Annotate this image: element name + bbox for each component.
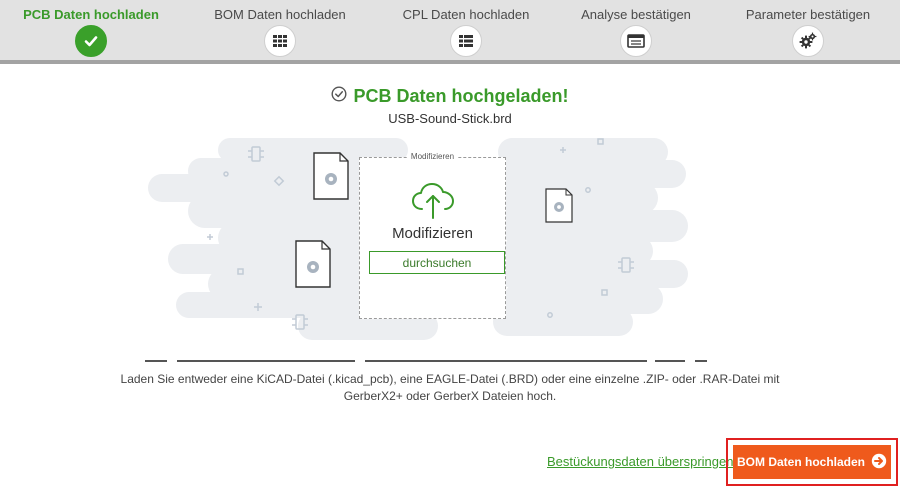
- dropzone-label: Modifizieren: [392, 225, 473, 242]
- gears-icon: [792, 25, 824, 57]
- upload-success-heading: PCB Daten hochgeladen!: [0, 84, 900, 108]
- progress-stepper: PCB Daten hochladen BOM Daten hochladen …: [0, 0, 900, 64]
- step-label: Analyse bestätigen: [581, 7, 691, 22]
- page-title: PCB Daten hochgeladen!: [353, 85, 569, 106]
- next-button-highlight: BOM Daten hochladen: [726, 438, 898, 486]
- step-analysis-confirm[interactable]: Analyse bestätigen: [556, 0, 716, 57]
- dash-separator: [145, 360, 710, 363]
- step-label: BOM Daten hochladen: [214, 7, 346, 22]
- document-list-icon: [620, 25, 652, 57]
- grid-icon: [264, 25, 296, 57]
- step-cpl-upload[interactable]: CPL Daten hochladen: [386, 0, 546, 57]
- step-bom-upload[interactable]: BOM Daten hochladen: [200, 0, 360, 57]
- check-circle-icon: [331, 85, 347, 107]
- document-gear-icon: [295, 240, 331, 288]
- instruction-line: GerberX2+ oder GerberX Dateien hoch.: [343, 389, 557, 403]
- browse-button[interactable]: durchsuchen: [369, 251, 505, 274]
- skip-assembly-data-link[interactable]: Bestückungsdaten überspringen: [547, 454, 733, 469]
- bom-upload-next-button[interactable]: BOM Daten hochladen: [733, 445, 891, 479]
- cloud-upload-icon: [410, 182, 456, 225]
- file-dropzone[interactable]: Modifizieren Modifizieren durchsuchen: [359, 152, 506, 319]
- dropzone-legend: Modifizieren: [407, 152, 458, 161]
- instruction-line: Laden Sie entweder eine KiCAD-Datei (.ki…: [120, 372, 780, 386]
- document-gear-icon: [313, 152, 349, 200]
- step-label: Parameter bestätigen: [745, 7, 871, 22]
- upload-instructions: Laden Sie entweder eine KiCAD-Datei (.ki…: [90, 371, 810, 405]
- step-label: CPL Daten hochladen: [402, 7, 530, 22]
- step-parameter-confirm[interactable]: Parameter bestätigen: [728, 0, 888, 57]
- uploaded-filename: USB-Sound-Stick.brd: [388, 111, 512, 126]
- step-label: PCB Daten hochladen: [23, 7, 159, 22]
- arrow-right-circle-icon: [871, 453, 887, 472]
- step-pcb-upload[interactable]: PCB Daten hochladen: [11, 0, 171, 57]
- document-gear-icon: [545, 188, 573, 223]
- list-icon: [450, 25, 482, 57]
- check-icon: [75, 25, 107, 57]
- next-button-label: BOM Daten hochladen: [736, 455, 865, 469]
